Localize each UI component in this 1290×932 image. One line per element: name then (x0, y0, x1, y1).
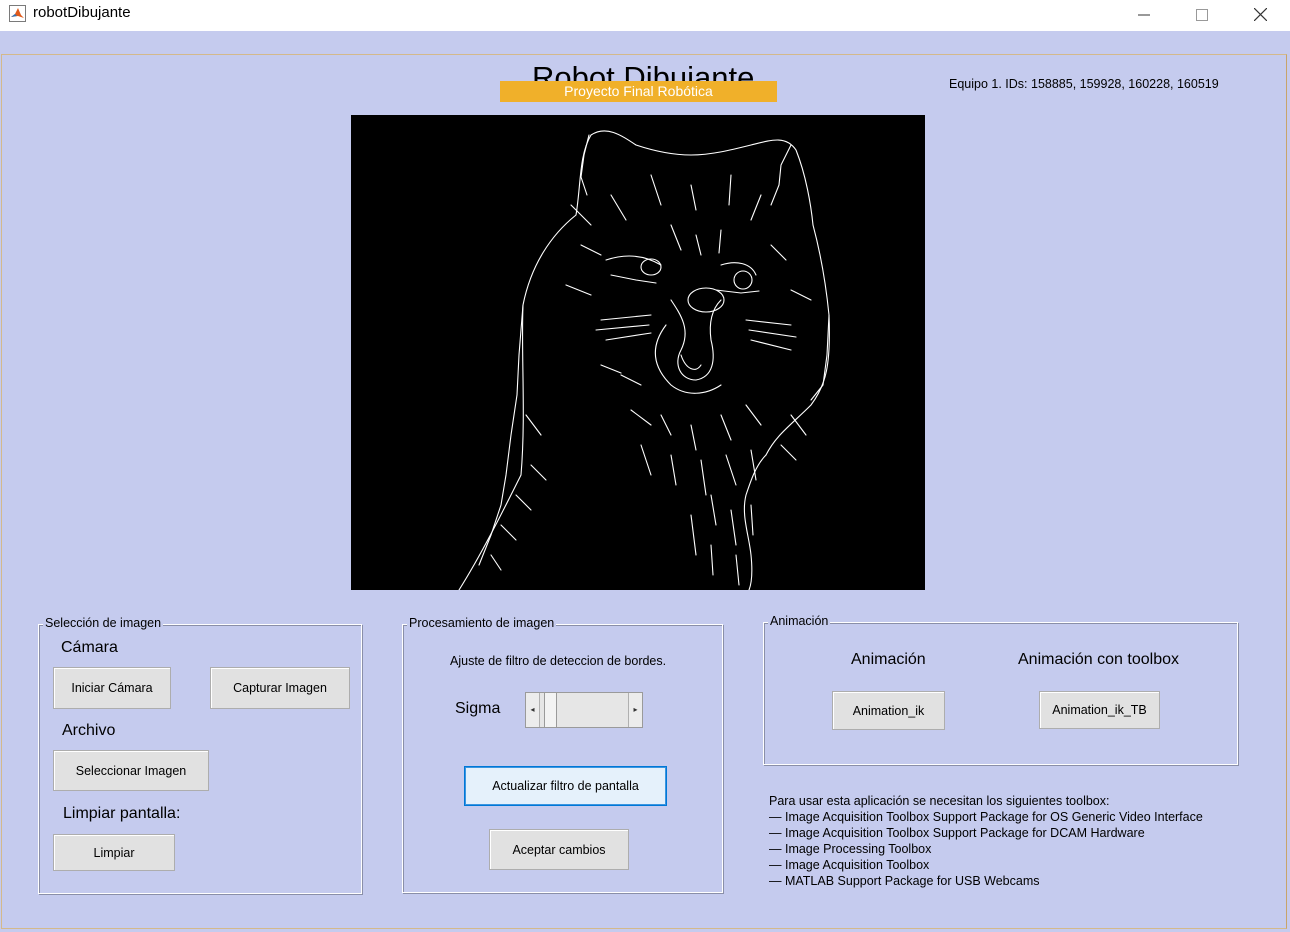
ajuste-filtro-label: Ajuste de filtro de deteccion de bordes. (450, 654, 667, 668)
close-icon (1253, 7, 1267, 22)
arrow-right-icon[interactable]: ▸ (628, 693, 642, 727)
matlab-icon (9, 5, 26, 22)
limpiar-pantalla-label: Limpiar pantalla: (63, 805, 181, 822)
figure-canvas: Robot Dibujante Proyecto Final Robótica … (0, 31, 1290, 932)
limpiar-button[interactable]: Limpiar (53, 834, 175, 871)
edge-image (458, 130, 830, 590)
maximize-button[interactable] (1173, 0, 1231, 31)
window-title: robotDibujante (33, 4, 131, 21)
requirement-item: — Image Acquisition Toolbox Support Pack… (769, 826, 1145, 840)
toolbox-requirements: Para usar esta aplicación se necesitan l… (769, 793, 1203, 889)
sigma-label: Sigma (455, 700, 501, 717)
seleccionar-imagen-button[interactable]: Seleccionar Imagen (53, 750, 209, 791)
requirement-item: — Image Acquisition Toolbox Support Pack… (769, 810, 1203, 824)
animacion-label: Animación (851, 651, 926, 668)
sigma-slider[interactable]: ◂ ▸ (525, 692, 643, 728)
requirements-intro: Para usar esta aplicación se necesitan l… (769, 794, 1110, 808)
animacion-toolbox-label: Animación con toolbox (1018, 651, 1179, 668)
minimize-button[interactable] (1115, 0, 1173, 31)
animation-ik-tb-button[interactable]: Animation_ik_TB (1039, 691, 1160, 729)
panel-title: Selección de imagen (43, 616, 164, 630)
slider-thumb[interactable] (543, 693, 557, 727)
image-display (351, 115, 925, 590)
requirement-item: — Image Acquisition Toolbox (769, 858, 930, 872)
close-button[interactable] (1231, 0, 1289, 31)
animation-ik-button[interactable]: Animation_ik (832, 691, 945, 730)
archivo-label: Archivo (62, 722, 116, 739)
arrow-left-icon[interactable]: ◂ (526, 693, 540, 727)
minimize-icon (1138, 14, 1150, 16)
requirement-item: — MATLAB Support Package for USB Webcams (769, 874, 1040, 888)
maximize-icon (1196, 9, 1208, 21)
requirement-item: — Image Processing Toolbox (769, 842, 932, 856)
window-titlebar: robotDibujante (0, 0, 1290, 31)
team-ids: Equipo 1. IDs: 158885, 159928, 160228, 1… (949, 77, 1219, 91)
capturar-imagen-button[interactable]: Capturar Imagen (210, 667, 350, 709)
actualizar-filtro-button[interactable]: Actualizar filtro de pantalla (464, 766, 667, 806)
camara-label: Cámara (61, 639, 118, 656)
subtitle-banner: Proyecto Final Robótica (500, 81, 777, 102)
panel-title: Procesamiento de imagen (407, 616, 557, 630)
aceptar-cambios-button[interactable]: Aceptar cambios (489, 829, 629, 870)
iniciar-camara-button[interactable]: Iniciar Cámara (53, 667, 171, 709)
panel-title: Animación (768, 614, 831, 628)
